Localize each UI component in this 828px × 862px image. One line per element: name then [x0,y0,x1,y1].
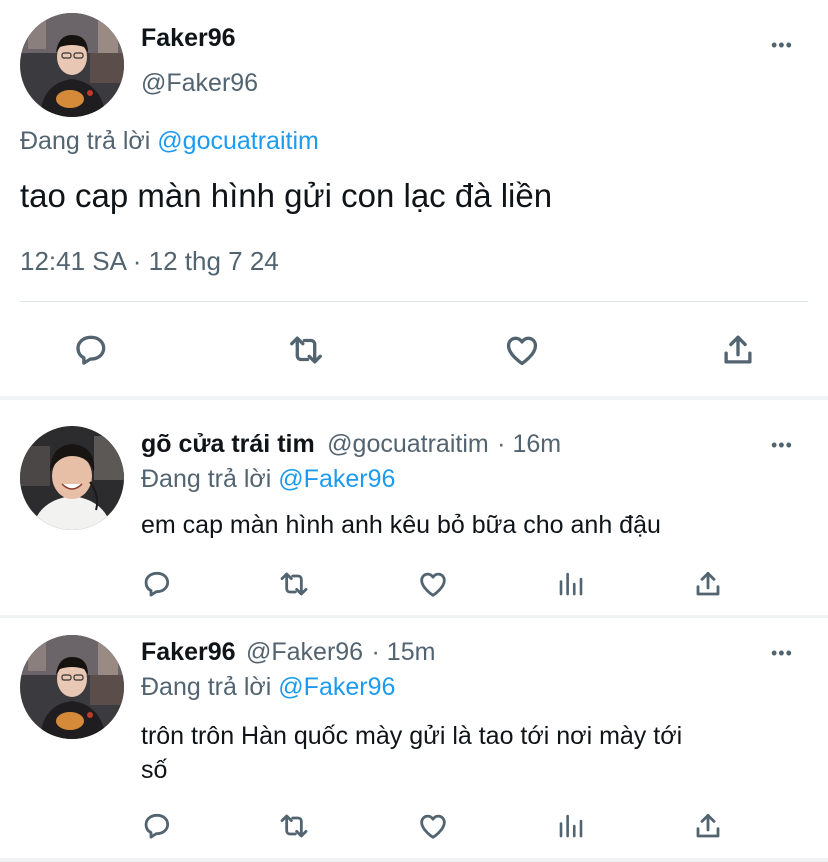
avatar-image [20,426,124,530]
retweet-icon [290,336,322,364]
reply-icon [76,335,106,365]
reply-icon [144,571,170,597]
reply-context: Đang trả lời @gocuatraitim [20,127,319,156]
like-icon [506,336,538,366]
author-name[interactable]: gõ cửa trái tim [141,430,315,458]
avatar[interactable] [20,13,124,117]
avatar[interactable] [20,635,124,739]
timestamp[interactable]: 12:41 SA · 12 thg 7 24 [20,246,279,277]
reply-header: Faker96 @Faker96 · 15m [141,638,435,667]
tweet-text: tao cap màn hình gửi con lạc đà liền [20,177,553,214]
retweet-icon [280,572,308,596]
divider [0,396,828,400]
share-icon [696,571,720,596]
author-name[interactable]: Faker96 [141,24,236,53]
reply-icon [144,813,170,839]
relative-time[interactable]: · 16m [497,430,561,458]
retweet-button[interactable] [276,568,312,600]
avatar-image [20,635,124,739]
author-name[interactable]: Faker96 [141,638,236,666]
views-button[interactable] [556,810,586,842]
share-button[interactable] [719,331,757,369]
share-icon [696,813,720,838]
tweet-text-line: trôn trôn Hàn quốc mày gửi là tao tới nơ… [141,722,683,750]
like-button[interactable] [416,810,450,842]
divider [0,858,828,862]
like-icon [420,814,446,839]
more-icon[interactable]: ••• [771,644,793,662]
tweet-text: em cap màn hình anh kêu bỏ bữa cho anh đ… [141,511,661,539]
share-button[interactable] [692,568,724,600]
reply-to-link[interactable]: @Faker96 [278,673,395,701]
views-icon [559,814,583,838]
author-handle[interactable]: @gocuatraitim [327,430,489,458]
author-handle[interactable]: @Faker96 [141,69,258,98]
retweet-icon [280,814,308,838]
more-icon[interactable]: ••• [771,36,793,54]
author-handle[interactable]: @Faker96 [246,638,363,666]
reply-prefix: Đang trả lời [141,465,272,493]
share-icon [724,335,752,364]
reply-prefix: Đang trả lời [141,673,272,701]
reply-context: Đang trả lời @Faker96 [141,673,395,702]
retweet-button[interactable] [285,331,327,369]
reply-to-link[interactable]: @Faker96 [278,465,395,493]
reply-to-link[interactable]: @gocuatraitim [157,127,319,155]
views-icon [559,572,583,596]
divider [0,615,828,618]
tweet-text-line: số [141,756,168,784]
avatar[interactable] [20,426,124,530]
like-icon [420,572,446,597]
like-button[interactable] [502,331,542,369]
reply-context: Đang trả lời @Faker96 [141,465,395,494]
tweet-text: trôn trôn Hàn quốc mày gửi là tao tới nơ… [141,719,682,787]
retweet-button[interactable] [276,810,312,842]
reply-button[interactable] [141,810,173,842]
more-icon[interactable]: ••• [771,436,793,454]
share-button[interactable] [692,810,724,842]
reply-button[interactable] [141,568,173,600]
reply-prefix: Đang trả lời [20,127,151,155]
like-button[interactable] [416,568,450,600]
relative-time[interactable]: · 15m [372,638,436,666]
divider [20,301,808,302]
avatar-image [20,13,124,117]
reply-header: gõ cửa trái tim @gocuatraitim · 16m [141,430,561,459]
reply-button[interactable] [72,331,110,369]
views-button[interactable] [556,568,586,600]
